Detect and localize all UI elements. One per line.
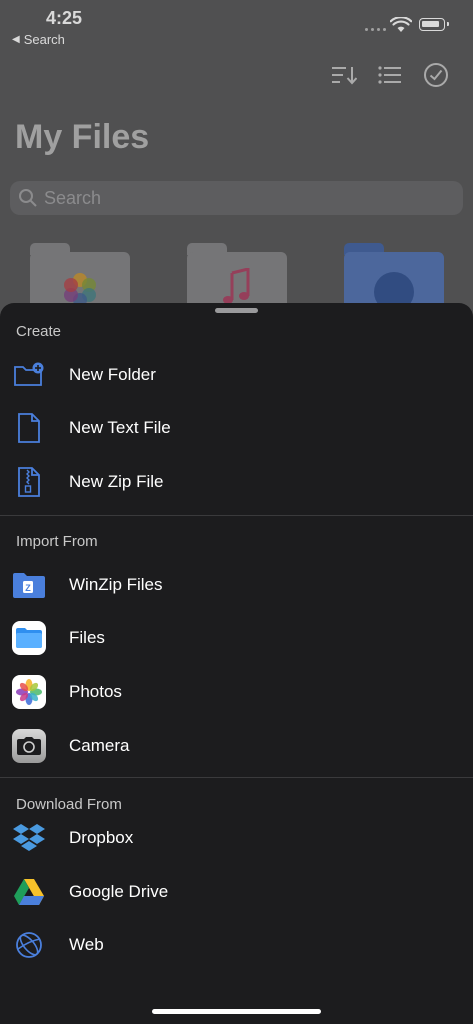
camera-label: Camera	[69, 736, 130, 755]
import-winzip-files-button[interactable]: Z WinZip Files	[0, 560, 473, 610]
new-zip-file-label: New Zip File	[69, 472, 164, 491]
section-label-create: Create	[16, 323, 62, 340]
new-text-file-button[interactable]: New Text File	[0, 403, 473, 453]
download-web-button[interactable]: Web	[0, 920, 473, 970]
section-label-import: Import From	[16, 533, 98, 550]
svg-text:Z: Z	[25, 583, 31, 593]
google-drive-label: Google Drive	[69, 882, 169, 901]
import-camera-button[interactable]: Camera	[0, 721, 473, 771]
web-globe-icon	[11, 927, 47, 963]
web-label: Web	[69, 935, 104, 954]
new-folder-label: New Folder	[69, 365, 156, 384]
new-text-file-label: New Text File	[69, 418, 171, 437]
zip-file-icon	[11, 464, 47, 500]
download-google-drive-button[interactable]: Google Drive	[0, 867, 473, 917]
text-file-icon	[11, 410, 47, 446]
photos-app-icon	[11, 674, 47, 710]
home-indicator[interactable]	[152, 1009, 321, 1014]
divider	[0, 777, 473, 778]
new-zip-file-button[interactable]: New Zip File	[0, 457, 473, 507]
files-app-icon	[11, 620, 47, 656]
camera-app-icon	[11, 728, 47, 764]
import-files-button[interactable]: Files	[0, 613, 473, 663]
winzip-files-label: WinZip Files	[69, 575, 163, 594]
winzip-folder-icon: Z	[11, 567, 47, 603]
dropbox-icon	[11, 820, 47, 856]
download-dropbox-button[interactable]: Dropbox	[0, 813, 473, 863]
new-folder-icon	[11, 357, 47, 393]
new-folder-button[interactable]: New Folder	[0, 350, 473, 400]
sheet-grabber[interactable]	[215, 308, 258, 313]
add-action-sheet: Create New Folder New Text File New Zip …	[0, 303, 473, 1024]
files-label: Files	[69, 628, 105, 647]
divider	[0, 515, 473, 516]
import-photos-button[interactable]: Photos	[0, 667, 473, 717]
dropbox-label: Dropbox	[69, 828, 134, 847]
google-drive-icon	[11, 874, 47, 910]
screen: 4:25 ◀ Search My Files Search Create New…	[0, 0, 473, 1024]
section-label-download: Download From	[16, 796, 122, 813]
photos-label: Photos	[69, 682, 122, 701]
